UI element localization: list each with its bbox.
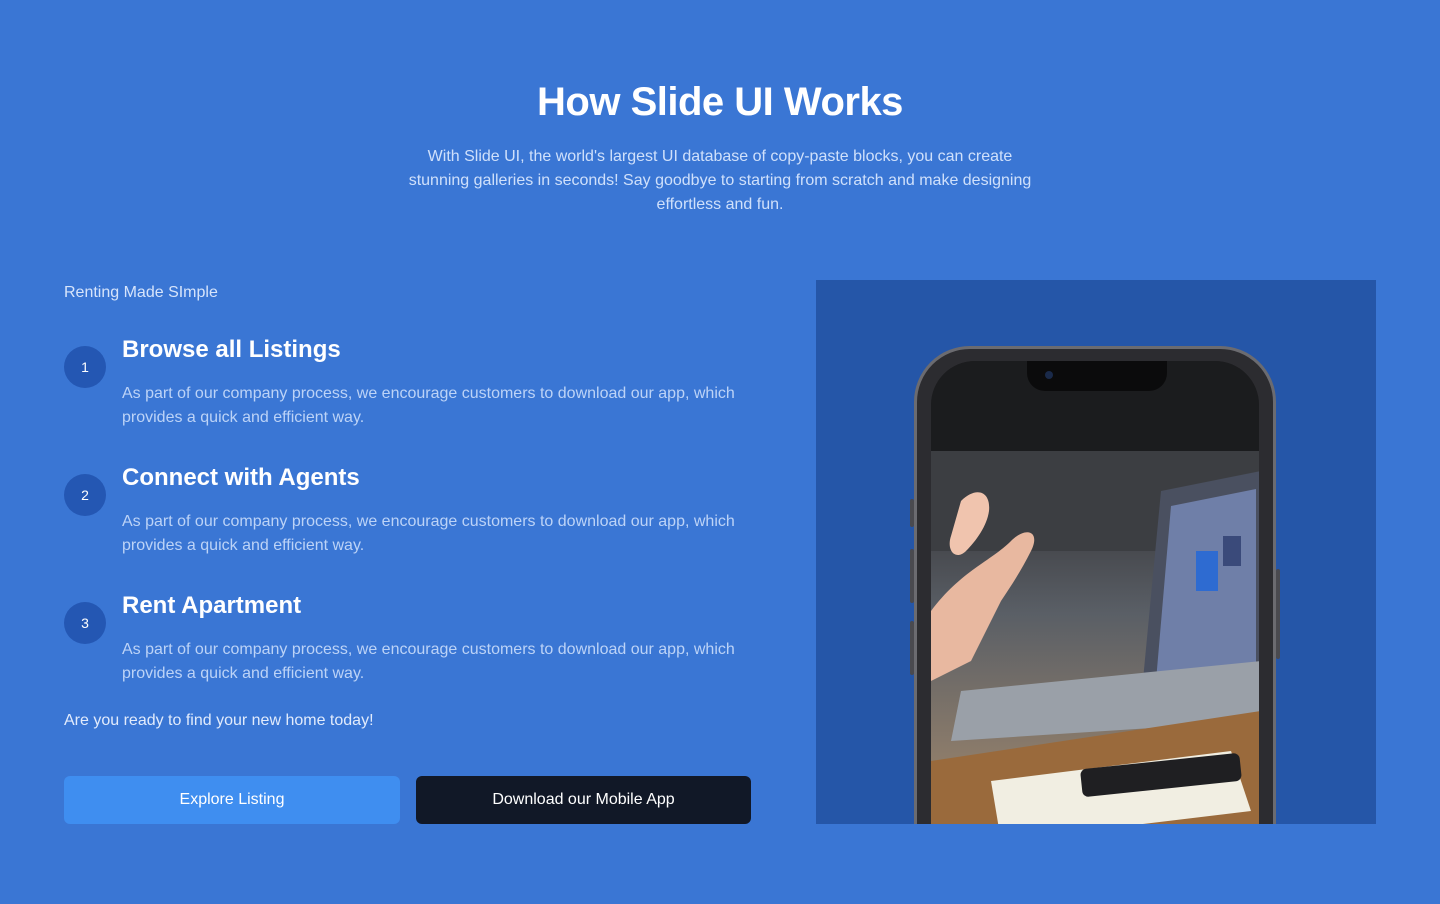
phone-notch — [1027, 361, 1167, 391]
phone-side-button — [910, 549, 914, 603]
button-row: Explore Listing Download our Mobile App — [64, 776, 751, 824]
download-app-button[interactable]: Download our Mobile App — [416, 776, 751, 824]
phone-mockup — [910, 346, 1280, 824]
front-camera-icon — [1045, 371, 1053, 379]
step-item: 3 Rent Apartment As part of our company … — [64, 590, 754, 718]
steps-column: Renting Made SImple 1 Browse all Listing… — [64, 280, 754, 824]
step-description: As part of our company process, we encou… — [122, 513, 735, 554]
step-number-badge: 3 — [64, 602, 106, 644]
cta-text: Are you ready to find your new home toda… — [64, 712, 374, 729]
step-item: 1 Browse all Listings As part of our com… — [64, 334, 754, 462]
step-title: Connect with Agents — [122, 464, 360, 491]
step-title: Browse all Listings — [122, 336, 341, 363]
section-title: How Slide UI Works — [537, 80, 903, 124]
media-panel — [816, 280, 1376, 824]
step-item: 2 Connect with Agents As part of our com… — [64, 462, 754, 590]
step-description: As part of our company process, we encou… — [122, 385, 735, 426]
explore-listing-button[interactable]: Explore Listing — [64, 776, 400, 824]
phone-side-button — [910, 499, 914, 527]
step-title: Rent Apartment — [122, 592, 302, 619]
step-number-badge: 2 — [64, 474, 106, 516]
photo-illustration — [931, 361, 1259, 824]
phone-screen-photo — [931, 361, 1259, 824]
eyebrow-label: Renting Made SImple — [64, 284, 218, 301]
step-description: As part of our company process, we encou… — [122, 641, 735, 682]
section-subtitle: With Slide UI, the world's largest UI da… — [408, 148, 1032, 213]
step-number-badge: 1 — [64, 346, 106, 388]
phone-side-button — [910, 621, 914, 675]
phone-side-button — [1276, 569, 1280, 659]
steps-list: 1 Browse all Listings As part of our com… — [64, 334, 754, 718]
